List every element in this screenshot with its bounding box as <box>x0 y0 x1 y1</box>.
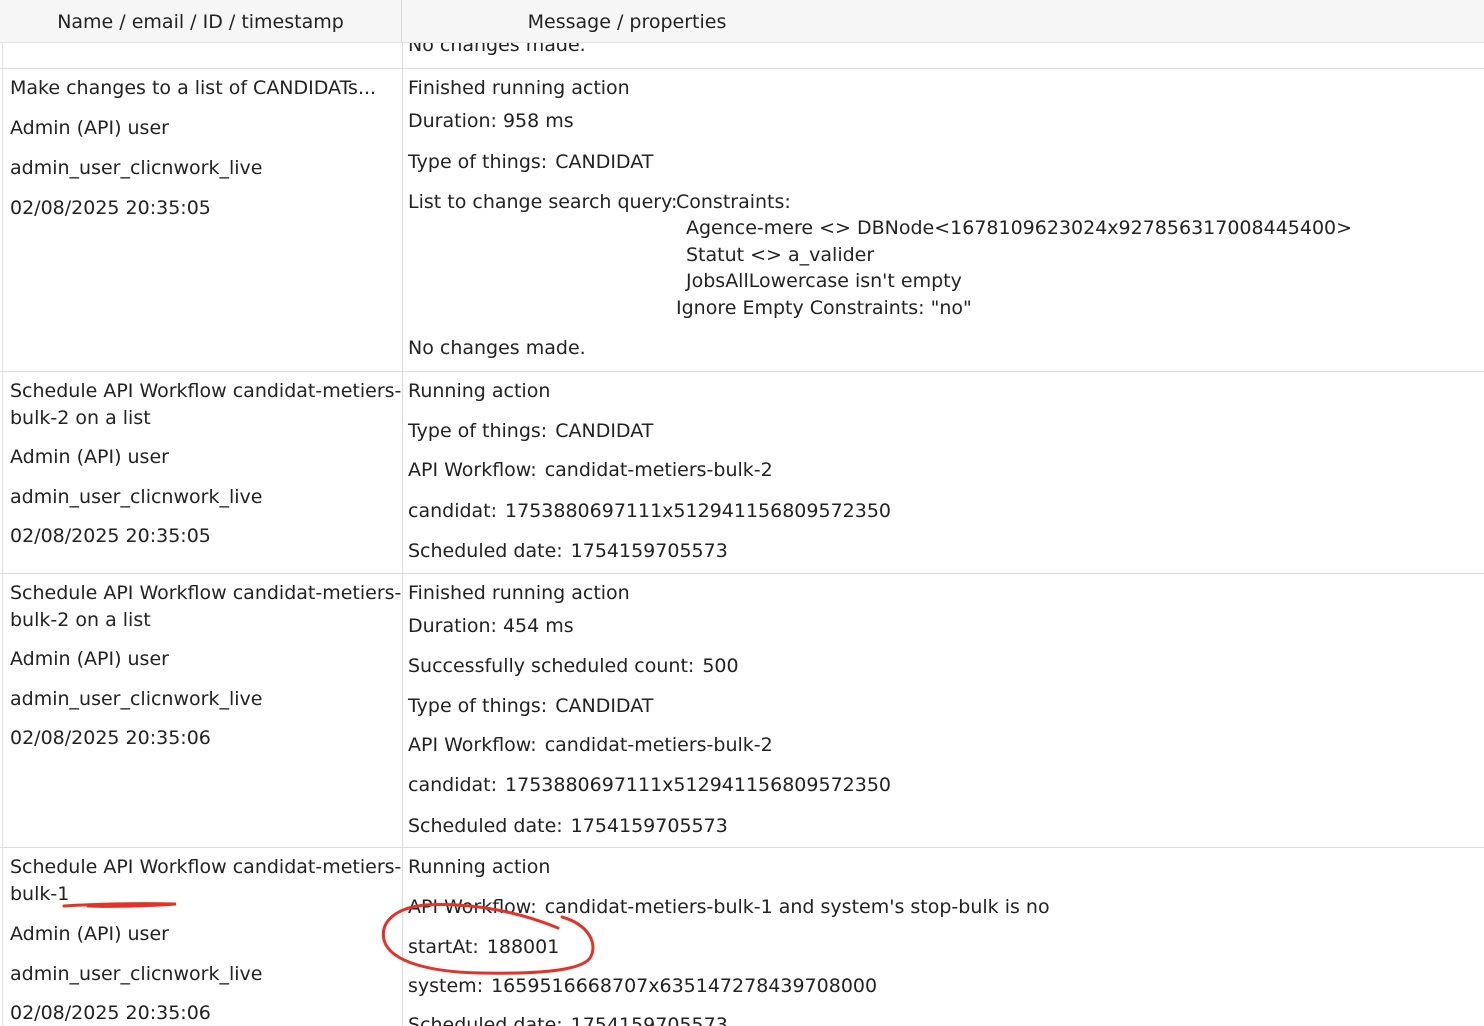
user-name: Admin (API) user <box>10 117 169 139</box>
duration: Duration: 454 ms <box>408 615 574 637</box>
action-name: Schedule API Workflow candidat-metiers- <box>10 582 402 604</box>
log-row[interactable]: Make changes to a list of CANDIDATs... A… <box>0 68 1484 371</box>
property-label: API Workflow: <box>408 896 537 918</box>
property-label: candidat: <box>408 774 498 796</box>
user-name: Admin (API) user <box>10 648 169 670</box>
status-message: Finished running action <box>408 77 630 99</box>
timestamp: 02/08/2025 20:35:06 <box>10 1002 211 1024</box>
scheduled-count-property: Successfully scheduled count: 500 <box>408 655 739 677</box>
query-label: List to change search query: <box>408 191 678 213</box>
column-header-message: Message / properties <box>527 11 727 33</box>
user-name: Admin (API) user <box>10 923 169 945</box>
duration: Duration: 958 ms <box>408 110 574 132</box>
candidat-property: candidat: 1753880697111x51294115680957235… <box>408 774 891 796</box>
action-name: Schedule API Workflow candidat-metiers- <box>10 380 402 402</box>
system-property: system: 1659516668707x635147278439708000 <box>408 975 877 997</box>
workflow-property: API Workflow: candidat-metiers-bulk-1 and… <box>408 896 1050 918</box>
log-row[interactable]: Schedule API Workflow candidat-metiers- … <box>0 573 1484 847</box>
property-label: candidat: <box>408 500 498 522</box>
property-value: candidat-metiers-bulk-1 and system's sto… <box>544 896 1050 918</box>
property-value: 1753880697111x512941156809572350 <box>505 500 892 522</box>
timestamp: 02/08/2025 20:35:05 <box>10 197 211 219</box>
property-label: Type of things: <box>408 151 548 173</box>
type-property: Type of things: CANDIDAT <box>408 420 653 442</box>
property-label: Scheduled date: <box>408 815 563 837</box>
action-name-continued: bulk-2 on a list <box>10 609 151 631</box>
user-email: admin_user_clicnwork_live <box>10 963 263 985</box>
property-value: candidat-metiers-bulk-2 <box>544 734 773 756</box>
scheduled-date-property: Scheduled date: 1754159705573 <box>408 815 728 837</box>
property-value: CANDIDAT <box>555 695 654 717</box>
property-value: 1753880697111x512941156809572350 <box>505 774 892 796</box>
user-email: admin_user_clicnwork_live <box>10 486 263 508</box>
action-name: Make changes to a list of CANDIDATs... <box>10 77 377 99</box>
constraint-item: Statut <> a_valider <box>686 244 875 266</box>
status-message: Running action <box>408 856 551 878</box>
property-value: CANDIDAT <box>555 420 654 442</box>
column-header-name: Name / email / ID / timestamp <box>0 0 402 42</box>
workflow-property: API Workflow: candidat-metiers-bulk-2 <box>408 459 773 481</box>
timestamp: 02/08/2025 20:35:05 <box>10 525 211 547</box>
status-message: Running action <box>408 380 551 402</box>
type-property: Type of things: CANDIDAT <box>408 151 653 173</box>
action-name-continued: bulk-2 on a list <box>10 407 151 429</box>
type-property: Type of things: CANDIDAT <box>408 695 653 717</box>
property-label: Scheduled date: <box>408 540 563 562</box>
log-row[interactable]: Schedule API Workflow candidat-metiers- … <box>0 847 1484 1026</box>
property-label: API Workflow: <box>408 734 537 756</box>
property-value: 1659516668707x635147278439708000 <box>491 975 878 997</box>
action-name: Schedule API Workflow candidat-metiers- <box>10 856 402 878</box>
property-label: API Workflow: <box>408 459 537 481</box>
startat-property: startAt: 188001 <box>408 936 559 958</box>
property-value: 1754159705573 <box>570 1014 728 1026</box>
constraints-title: Constraints: <box>676 191 791 213</box>
property-value: 1754159705573 <box>570 540 728 562</box>
property-label: startAt: <box>408 936 479 958</box>
constraint-item: Agence-mere <> DBNode<1678109623024x9278… <box>686 217 1353 239</box>
log-row[interactable]: Schedule API Workflow candidat-metiers- … <box>0 371 1484 573</box>
log-table-header: Name / email / ID / timestamp Message / … <box>0 0 1484 43</box>
user-email: admin_user_clicnwork_live <box>10 688 263 710</box>
property-value: candidat-metiers-bulk-2 <box>544 459 773 481</box>
property-label: Type of things: <box>408 420 548 442</box>
property-value: 1754159705573 <box>570 815 728 837</box>
property-label: Successfully scheduled count: <box>408 655 695 677</box>
workflow-property: API Workflow: candidat-metiers-bulk-2 <box>408 734 773 756</box>
scheduled-date-property: Scheduled date: 1754159705573 <box>408 540 728 562</box>
user-email: admin_user_clicnwork_live <box>10 157 263 179</box>
constraint-item: JobsAllLowercase isn't empty <box>686 270 962 292</box>
property-label: Scheduled date: <box>408 1014 563 1026</box>
property-value: CANDIDAT <box>555 151 654 173</box>
timestamp: 02/08/2025 20:35:06 <box>10 727 211 749</box>
property-value: 500 <box>702 655 739 677</box>
candidat-property: candidat: 1753880697111x51294115680957235… <box>408 500 891 522</box>
property-value: 188001 <box>486 936 560 958</box>
result-message: No changes made. <box>408 337 586 359</box>
status-message: Finished running action <box>408 582 630 604</box>
ignore-empty-constraints: Ignore Empty Constraints: "no" <box>676 297 972 319</box>
user-name: Admin (API) user <box>10 446 169 468</box>
property-label: system: <box>408 975 484 997</box>
scheduled-date-property: Scheduled date: 1754159705573 <box>408 1014 728 1026</box>
action-name-continued: bulk-1 <box>10 883 70 905</box>
property-label: Type of things: <box>408 695 548 717</box>
